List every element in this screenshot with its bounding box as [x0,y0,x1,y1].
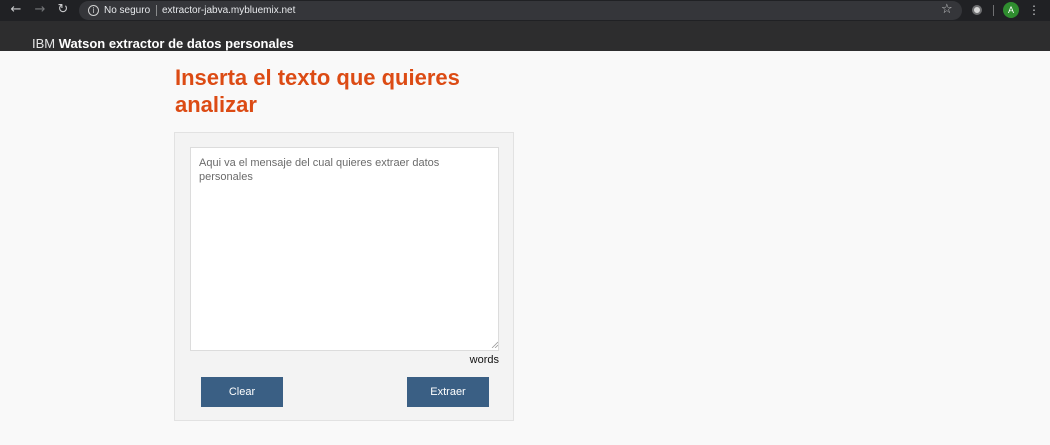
extract-button[interactable]: Extraer [407,377,489,407]
kebab-menu-icon[interactable]: ⋮ [1028,2,1040,18]
security-indicator[interactable]: No seguro [104,4,150,17]
product-name: Watson extractor de datos personales [58,36,294,51]
extension-icon[interactable] [972,5,982,15]
back-arrow-icon[interactable]: ← [8,2,24,18]
input-panel: words Clear Extraer [174,132,514,421]
message-textarea[interactable] [190,147,499,351]
star-icon[interactable]: ☆ [941,1,953,18]
resize-handle-icon[interactable] [491,341,498,348]
word-count-label: words [469,354,499,366]
address-bar-divider [156,5,157,16]
app-header: IBM Watson extractor de datos personales [0,21,1050,51]
forward-arrow-icon[interactable]: → [32,2,48,18]
browser-toolbar: ← → ↻ i No seguro extractor-jabva.myblue… [0,0,1050,21]
profile-avatar[interactable]: A [1003,2,1019,18]
page-title: Inserta el texto que quieres analizar [175,65,460,117]
address-bar[interactable]: i No seguro extractor-jabva.mybluemix.ne… [79,1,962,20]
reload-icon[interactable]: ↻ [55,2,71,18]
app-title[interactable]: IBM Watson extractor de datos personales [32,36,294,52]
info-icon[interactable]: i [88,5,99,16]
toolbar-divider [993,5,994,16]
url-text[interactable]: extractor-jabva.mybluemix.net [162,4,295,17]
brand-name: IBM [32,36,56,51]
clear-button[interactable]: Clear [201,377,283,407]
